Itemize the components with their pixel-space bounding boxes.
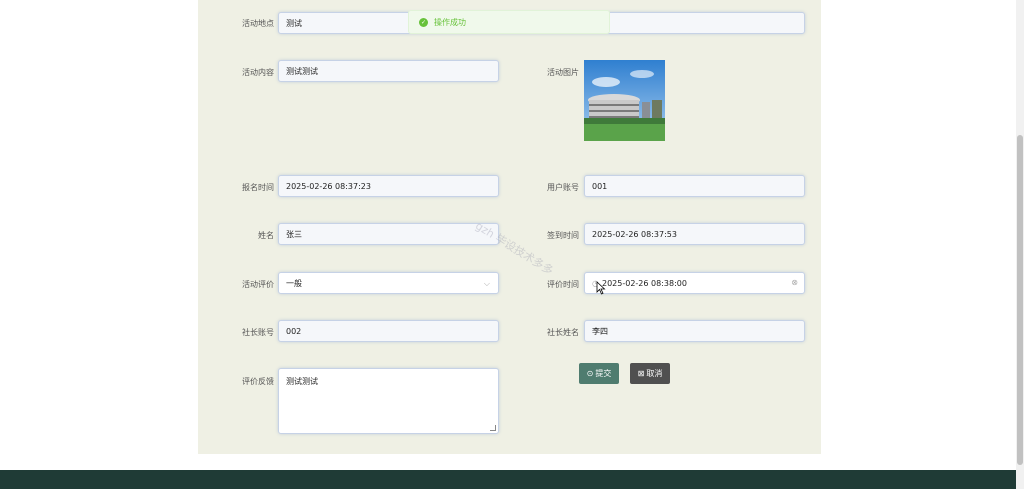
leader-name-label: 社长姓名 <box>547 328 579 337</box>
user-account-value: 001 <box>592 181 608 191</box>
rating-value: 一般 <box>286 278 302 288</box>
image-label: 活动图片 <box>547 68 579 77</box>
checkin-time-label: 签到时间 <box>547 231 579 240</box>
check-circle-icon: ⊙ <box>586 369 594 378</box>
name-value: 张三 <box>286 229 302 239</box>
content-input[interactable]: 测试测试 <box>278 60 499 82</box>
activity-image[interactable] <box>584 60 665 141</box>
resize-handle-icon[interactable] <box>490 425 496 431</box>
chevron-down-icon: ⌵ <box>483 279 490 288</box>
leader-name-input[interactable]: 李四 <box>584 320 805 342</box>
leader-account-value: 002 <box>286 326 302 336</box>
submit-label: 提交 <box>595 369 612 378</box>
leader-account-label: 社长账号 <box>242 328 274 337</box>
mouse-cursor-icon <box>596 281 606 295</box>
rating-time-picker[interactable]: ◷ 2025-02-26 08:38:00 ⊗ <box>584 272 805 294</box>
scrollbar-thumb[interactable] <box>1017 135 1023 465</box>
name-input[interactable]: 张三 <box>278 223 499 245</box>
cancel-label: 取消 <box>646 369 663 378</box>
rating-time-value: 2025-02-26 08:38:00 <box>601 278 687 288</box>
cancel-button[interactable]: ⊠ 取消 <box>630 363 670 384</box>
user-account-label: 用户账号 <box>547 183 579 192</box>
clear-icon[interactable]: ⊗ <box>791 278 798 287</box>
close-box-icon: ⊠ <box>637 369 645 378</box>
feedback-value: 测试测试 <box>286 377 318 386</box>
checkin-time-input[interactable]: 2025-02-26 08:37:53 <box>584 223 805 245</box>
toast-message: 操作成功 <box>434 17 466 27</box>
feedback-textarea[interactable]: 测试测试 <box>278 368 499 434</box>
building-photo-icon <box>584 60 665 141</box>
leader-account-input[interactable]: 002 <box>278 320 499 342</box>
feedback-label: 评价反馈 <box>242 377 274 386</box>
success-toast: ✓ 操作成功 <box>408 10 610 34</box>
scrollbar[interactable] <box>1016 0 1024 489</box>
footer <box>0 470 1024 489</box>
checkin-time-value: 2025-02-26 08:37:53 <box>592 229 677 239</box>
user-account-input[interactable]: 001 <box>584 175 805 197</box>
signup-time-label: 报名时间 <box>242 183 274 192</box>
rating-select[interactable]: 一般 ⌵ <box>278 272 499 294</box>
content-value: 测试测试 <box>286 66 318 76</box>
signup-time-value: 2025-02-26 08:37:23 <box>286 181 371 191</box>
content-label: 活动内容 <box>242 68 274 77</box>
leader-name-value: 李四 <box>592 326 608 336</box>
submit-button[interactable]: ⊙ 提交 <box>579 363 619 384</box>
rating-time-label: 评价时间 <box>547 280 579 289</box>
location-value: 测试 <box>286 18 302 28</box>
signup-time-input[interactable]: 2025-02-26 08:37:23 <box>278 175 499 197</box>
rating-label: 活动评价 <box>242 280 274 289</box>
name-label: 姓名 <box>258 231 274 240</box>
check-circle-icon: ✓ <box>419 17 428 27</box>
location-label: 活动地点 <box>242 19 274 28</box>
